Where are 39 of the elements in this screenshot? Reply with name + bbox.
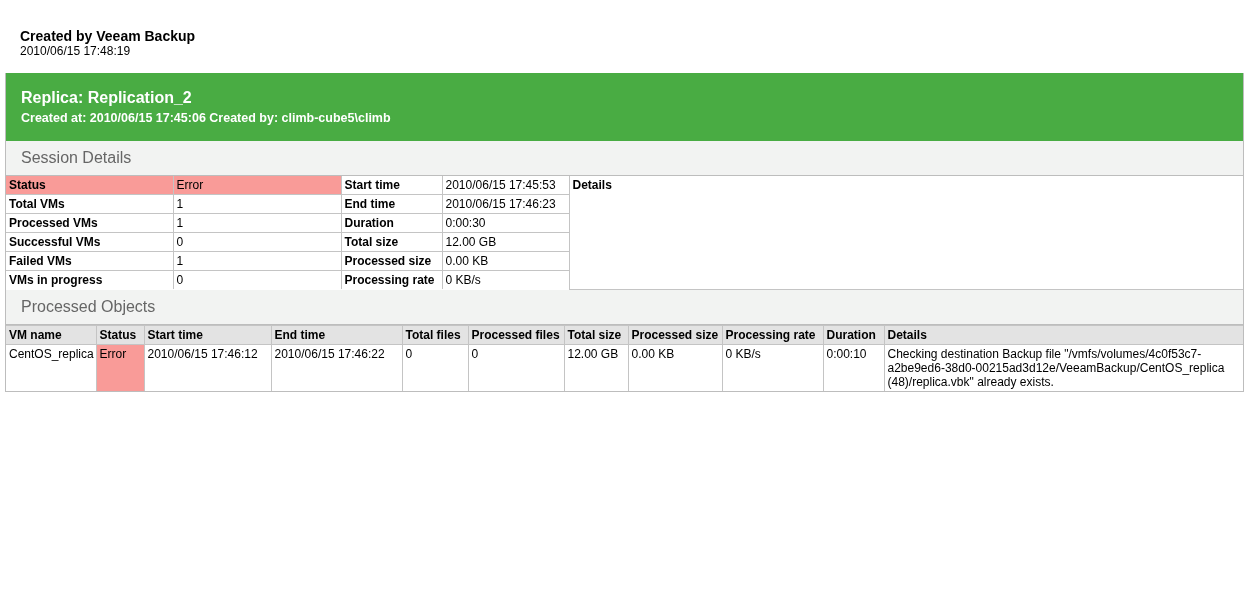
job-title: Replica: Replication_2 [21, 89, 193, 107]
table-cell: VMs in progress [6, 270, 173, 289]
table-cell: Total VMs [6, 194, 173, 214]
table-cell: Duration [341, 213, 442, 233]
table-cell: Total size [341, 232, 442, 252]
table-cell: Processed size [341, 251, 442, 271]
report-timestamp: 2010/06/15 17:48:19 [20, 44, 132, 58]
column-header: Details [884, 325, 1243, 344]
column-header: Total size [564, 325, 628, 344]
column-header: Processed size [628, 325, 722, 344]
table-cell: 1 [173, 213, 341, 233]
column-header: Processing rate [722, 325, 823, 344]
table-cell: 1 [173, 251, 341, 271]
column-header: Start time [144, 325, 271, 344]
table-cell: Error [96, 344, 144, 391]
column-header: End time [271, 325, 402, 344]
table-cell: 0 KB/s [442, 270, 569, 289]
column-header: Total files [402, 325, 468, 344]
table-cell: 1 [173, 194, 341, 214]
table-cell: Processed VMs [6, 213, 173, 233]
table-cell: Details [569, 176, 1243, 289]
column-header: Status [96, 325, 144, 344]
column-header: Processed files [468, 325, 564, 344]
table-cell: Status [6, 176, 173, 195]
report-title: Created by Veeam Backup [20, 28, 197, 44]
section-title: Processed Objects [21, 297, 156, 315]
table-cell: 0 [173, 232, 341, 252]
table-cell: End time [341, 194, 442, 214]
section-title: Session Details [21, 149, 132, 166]
column-header: VM name [6, 325, 96, 344]
table-cell: Checking destination Backup file "/vmfs/volumes/4c0f53c7-a2be9ed6-38d0-00215ad3d12e/VeeamBackup/CentOS_replica (48)/replica.vbk" already exists. [884, 344, 1243, 391]
table-cell: 2010/06/15 17:45:53 [442, 176, 569, 195]
table-cell: Error [173, 176, 341, 195]
table-cell: CentOS_replica [6, 344, 96, 391]
table-cell: Failed VMs [6, 251, 173, 271]
job-subtitle: Created at: 2010/06/15 17:45:06 Created by: climb-cube5\climb [21, 111, 392, 125]
table-cell: Start time [341, 176, 442, 195]
column-header: Duration [823, 325, 884, 344]
table-cell: Successful VMs [6, 232, 173, 252]
